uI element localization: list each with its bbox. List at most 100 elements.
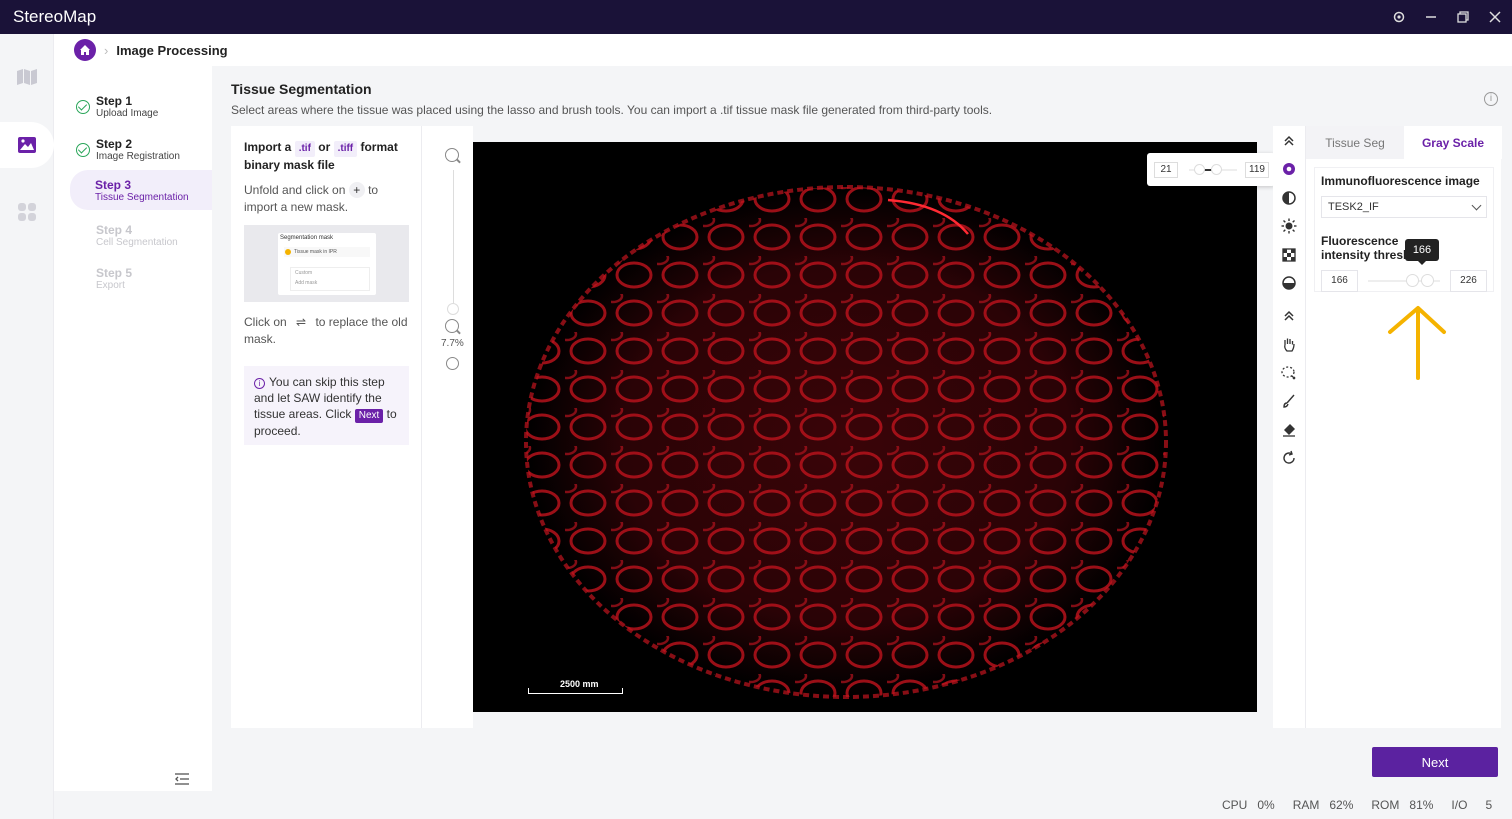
skip-tip: i You can skip this step and let SAW iden… <box>244 366 409 445</box>
threshold-slider-thumb-max[interactable] <box>1421 274 1434 287</box>
range-slider-thumb-max[interactable] <box>1211 164 1222 175</box>
ram-value: 62% <box>1329 798 1354 812</box>
cpu-label: CPU <box>1222 798 1248 812</box>
cpu-value: 0% <box>1257 798 1275 812</box>
breadcrumb: › Image Processing <box>54 34 1512 66</box>
step-subtitle: Upload Image <box>96 108 159 119</box>
chevron-down-icon <box>1471 200 1482 211</box>
next-button[interactable]: Next <box>1372 747 1498 777</box>
step-1[interactable]: Step 1 Upload Image <box>70 88 212 128</box>
opacity-icon[interactable] <box>1281 275 1297 291</box>
app-nav-rail <box>0 34 54 819</box>
tool-rail <box>1273 126 1305 728</box>
dot-icon <box>285 249 291 255</box>
step-2[interactable]: Step 2 Image Registration <box>70 131 212 171</box>
brush-icon[interactable] <box>1281 393 1297 409</box>
if-image-value: TESK2_IF <box>1328 201 1379 213</box>
properties-panel: Tissue Seg Gray Scale Immunofluorescence… <box>1305 126 1502 728</box>
threshold-tooltip: 166 <box>1405 239 1439 265</box>
settings-gear-icon[interactable] <box>1281 161 1297 177</box>
preview-add: Add mask <box>295 280 318 286</box>
preview-card: Segmentation mask Tissue mask in IPR Cus… <box>278 233 376 295</box>
reset-icon[interactable] <box>1281 450 1297 466</box>
contrast-icon[interactable] <box>1281 190 1297 206</box>
import-instruction: Import a .tif or .tiff format binary mas… <box>244 139 414 173</box>
minimize-icon[interactable] <box>1422 8 1440 26</box>
threshold-max-input[interactable]: 226 <box>1450 270 1487 292</box>
unfold-instruction: Unfold and click on + to import a new ma… <box>244 182 409 216</box>
main-content: Tissue Segmentation Select areas where t… <box>212 66 1512 791</box>
zoom-slider-track[interactable] <box>453 170 454 308</box>
range-min-input[interactable]: 21 <box>1154 162 1178 178</box>
range-max-input[interactable]: 119 <box>1245 162 1269 178</box>
tab-tissue-seg[interactable]: Tissue Seg <box>1306 126 1404 159</box>
page-description: Select areas where the tissue was placed… <box>231 103 993 117</box>
step-4: Step 4 Cell Segmentation <box>70 217 212 257</box>
info-icon[interactable]: i <box>1484 92 1498 106</box>
title-bar: StereoMap <box>0 0 1512 34</box>
brightness-range-popup: 21 119 <box>1147 153 1275 186</box>
if-image-select[interactable]: TESK2_IF <box>1321 196 1487 218</box>
preview-row: Tissue mask in IPR <box>284 247 370 257</box>
scale-bar-label: 2500 mm <box>560 679 599 689</box>
locate-icon[interactable] <box>446 357 459 370</box>
preview-sub: Custom Add mask <box>290 267 370 291</box>
zoom-out-icon[interactable] <box>445 319 459 333</box>
step-title: Step 5 <box>96 266 133 280</box>
apps-grid-icon[interactable] <box>0 189 54 235</box>
if-image-label: Immunofluorescence image <box>1321 174 1480 188</box>
tab-gray-scale[interactable]: Gray Scale <box>1404 126 1502 159</box>
threshold-min-input[interactable]: 166 <box>1321 270 1358 292</box>
chevrons-up-icon[interactable] <box>1281 133 1297 149</box>
map-icon[interactable] <box>0 54 54 100</box>
check-circle-icon <box>76 100 90 114</box>
settings-icon[interactable] <box>1390 8 1408 26</box>
ram-label: RAM <box>1292 798 1320 812</box>
image-canvas[interactable]: 2500 mm <box>473 142 1257 712</box>
breadcrumb-title: Image Processing <box>116 42 228 58</box>
step-title: Step 1 <box>96 94 133 108</box>
plus-icon: + <box>348 182 365 198</box>
image-processing-icon[interactable] <box>0 122 54 168</box>
zoom-in-icon[interactable] <box>445 148 459 162</box>
brightness-icon[interactable] <box>1281 218 1297 234</box>
unfold-prefix: Unfold and click on <box>244 183 346 197</box>
eraser-icon[interactable] <box>1281 422 1297 438</box>
rom-value: 81% <box>1409 798 1434 812</box>
tif-chip: .tif <box>294 141 315 157</box>
annotation-arrow-icon <box>1388 306 1446 380</box>
rom-label: ROM <box>1371 798 1400 812</box>
restore-icon[interactable] <box>1454 8 1472 26</box>
checkerboard-icon[interactable] <box>1281 247 1297 263</box>
collapse-sidebar-icon[interactable] <box>174 772 192 788</box>
tiff-chip: .tiff <box>333 141 358 157</box>
step-3[interactable]: Step 3 Tissue Segmentation <box>70 170 212 210</box>
step-title: Step 4 <box>96 223 133 237</box>
gray-scale-settings: Immunofluorescence image TESK2_IF Fluore… <box>1314 167 1494 292</box>
zoom-bar: 7.7% <box>421 126 473 728</box>
preview-header: Segmentation mask <box>280 235 334 241</box>
preview-custom: Custom <box>295 270 313 276</box>
range-slider-thumb-min[interactable] <box>1194 164 1205 175</box>
info-circle-icon: i <box>254 378 265 389</box>
zoom-level: 7.7% <box>441 338 464 349</box>
hand-pan-icon[interactable] <box>1281 336 1297 352</box>
preview-row-label: Tissue mask in IPR <box>294 249 337 255</box>
threshold-slider-thumb-min[interactable] <box>1406 274 1419 287</box>
step-subtitle: Cell Segmentation <box>96 237 178 248</box>
panel-tabs: Tissue Seg Gray Scale <box>1306 126 1502 159</box>
lasso-icon[interactable] <box>1281 365 1297 381</box>
close-icon[interactable] <box>1486 8 1504 26</box>
instructions-panel: Import a .tif or .tiff format binary mas… <box>231 126 421 728</box>
or-text: or <box>318 140 331 154</box>
swap-icon: ⇌ <box>296 315 307 329</box>
io-value: 5 <box>1485 798 1493 812</box>
step-title: Step 3 <box>95 178 132 192</box>
check-circle-icon <box>76 143 90 157</box>
tissue-image <box>524 185 1168 699</box>
steps-sidebar: Step 1 Upload Image Step 2 Image Registr… <box>54 66 212 791</box>
chevrons-up-icon[interactable] <box>1281 308 1297 324</box>
next-chip: Next <box>354 409 384 423</box>
home-icon[interactable] <box>74 39 96 61</box>
zoom-slider-thumb[interactable] <box>447 303 459 315</box>
